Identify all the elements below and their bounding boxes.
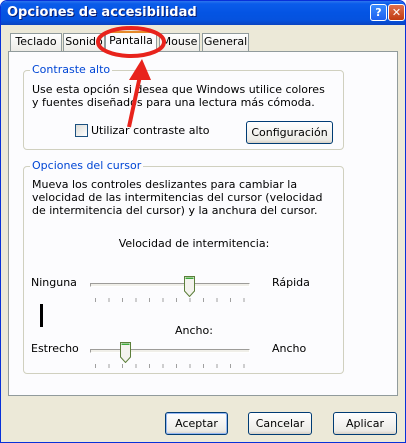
- title-bar[interactable]: Opciones de accesibilidad ? ✕: [1, 1, 405, 25]
- close-button[interactable]: ✕: [388, 4, 405, 21]
- high-contrast-description: Use esta opción si desea que Windows uti…: [32, 83, 325, 109]
- window-title: Opciones de accesibilidad: [7, 5, 197, 20]
- width-max-label: Ancho: [272, 342, 307, 355]
- cursor-options-legend: Opciones del cursor: [30, 159, 144, 172]
- high-contrast-legend: Contraste alto: [30, 63, 113, 76]
- cursor-width-thumb[interactable]: [120, 342, 131, 363]
- ok-button[interactable]: Aceptar: [165, 412, 228, 435]
- tab-display[interactable]: Pantalla: [105, 31, 157, 52]
- display-tab-panel: Contraste alto Use esta opción si desea …: [8, 51, 398, 396]
- cursor-width-track[interactable]: [90, 349, 250, 353]
- blink-rate-track[interactable]: [90, 283, 250, 287]
- settings-button[interactable]: Configuración: [246, 121, 333, 144]
- blink-rate-ticks: [95, 298, 245, 302]
- cancel-button[interactable]: Cancelar: [248, 412, 312, 435]
- tab-sound[interactable]: Sonido: [63, 33, 105, 51]
- tab-mouse[interactable]: Mouse: [159, 33, 200, 51]
- blink-min-label: Ninguna: [31, 276, 77, 289]
- accessibility-options-window: Opciones de accesibilidad ? ✕ Teclado So…: [0, 0, 406, 443]
- blink-rate-thumb[interactable]: [184, 276, 195, 297]
- high-contrast-checkbox-label[interactable]: Utilizar contraste alto: [91, 124, 210, 137]
- cursor-options-description: Mueva los controles deslizantes para cam…: [32, 178, 323, 217]
- cursor-width-preview: [40, 304, 43, 327]
- apply-button[interactable]: Aplicar: [333, 412, 397, 435]
- width-min-label: Estrecho: [31, 342, 79, 355]
- high-contrast-group: Contraste alto Use esta opción si desea …: [23, 63, 344, 150]
- help-button[interactable]: ?: [370, 4, 387, 21]
- blink-max-label: Rápida: [272, 276, 310, 289]
- tab-keyboard[interactable]: Teclado: [10, 33, 62, 51]
- tab-general[interactable]: General: [202, 33, 249, 51]
- cursor-width-ticks: [95, 364, 245, 368]
- blink-rate-label: Velocidad de intermitencia:: [118, 237, 270, 250]
- cursor-options-group: Opciones del cursor Mueva los controles …: [23, 159, 344, 374]
- cursor-width-label: Ancho:: [175, 324, 213, 337]
- high-contrast-checkbox[interactable]: [75, 124, 88, 137]
